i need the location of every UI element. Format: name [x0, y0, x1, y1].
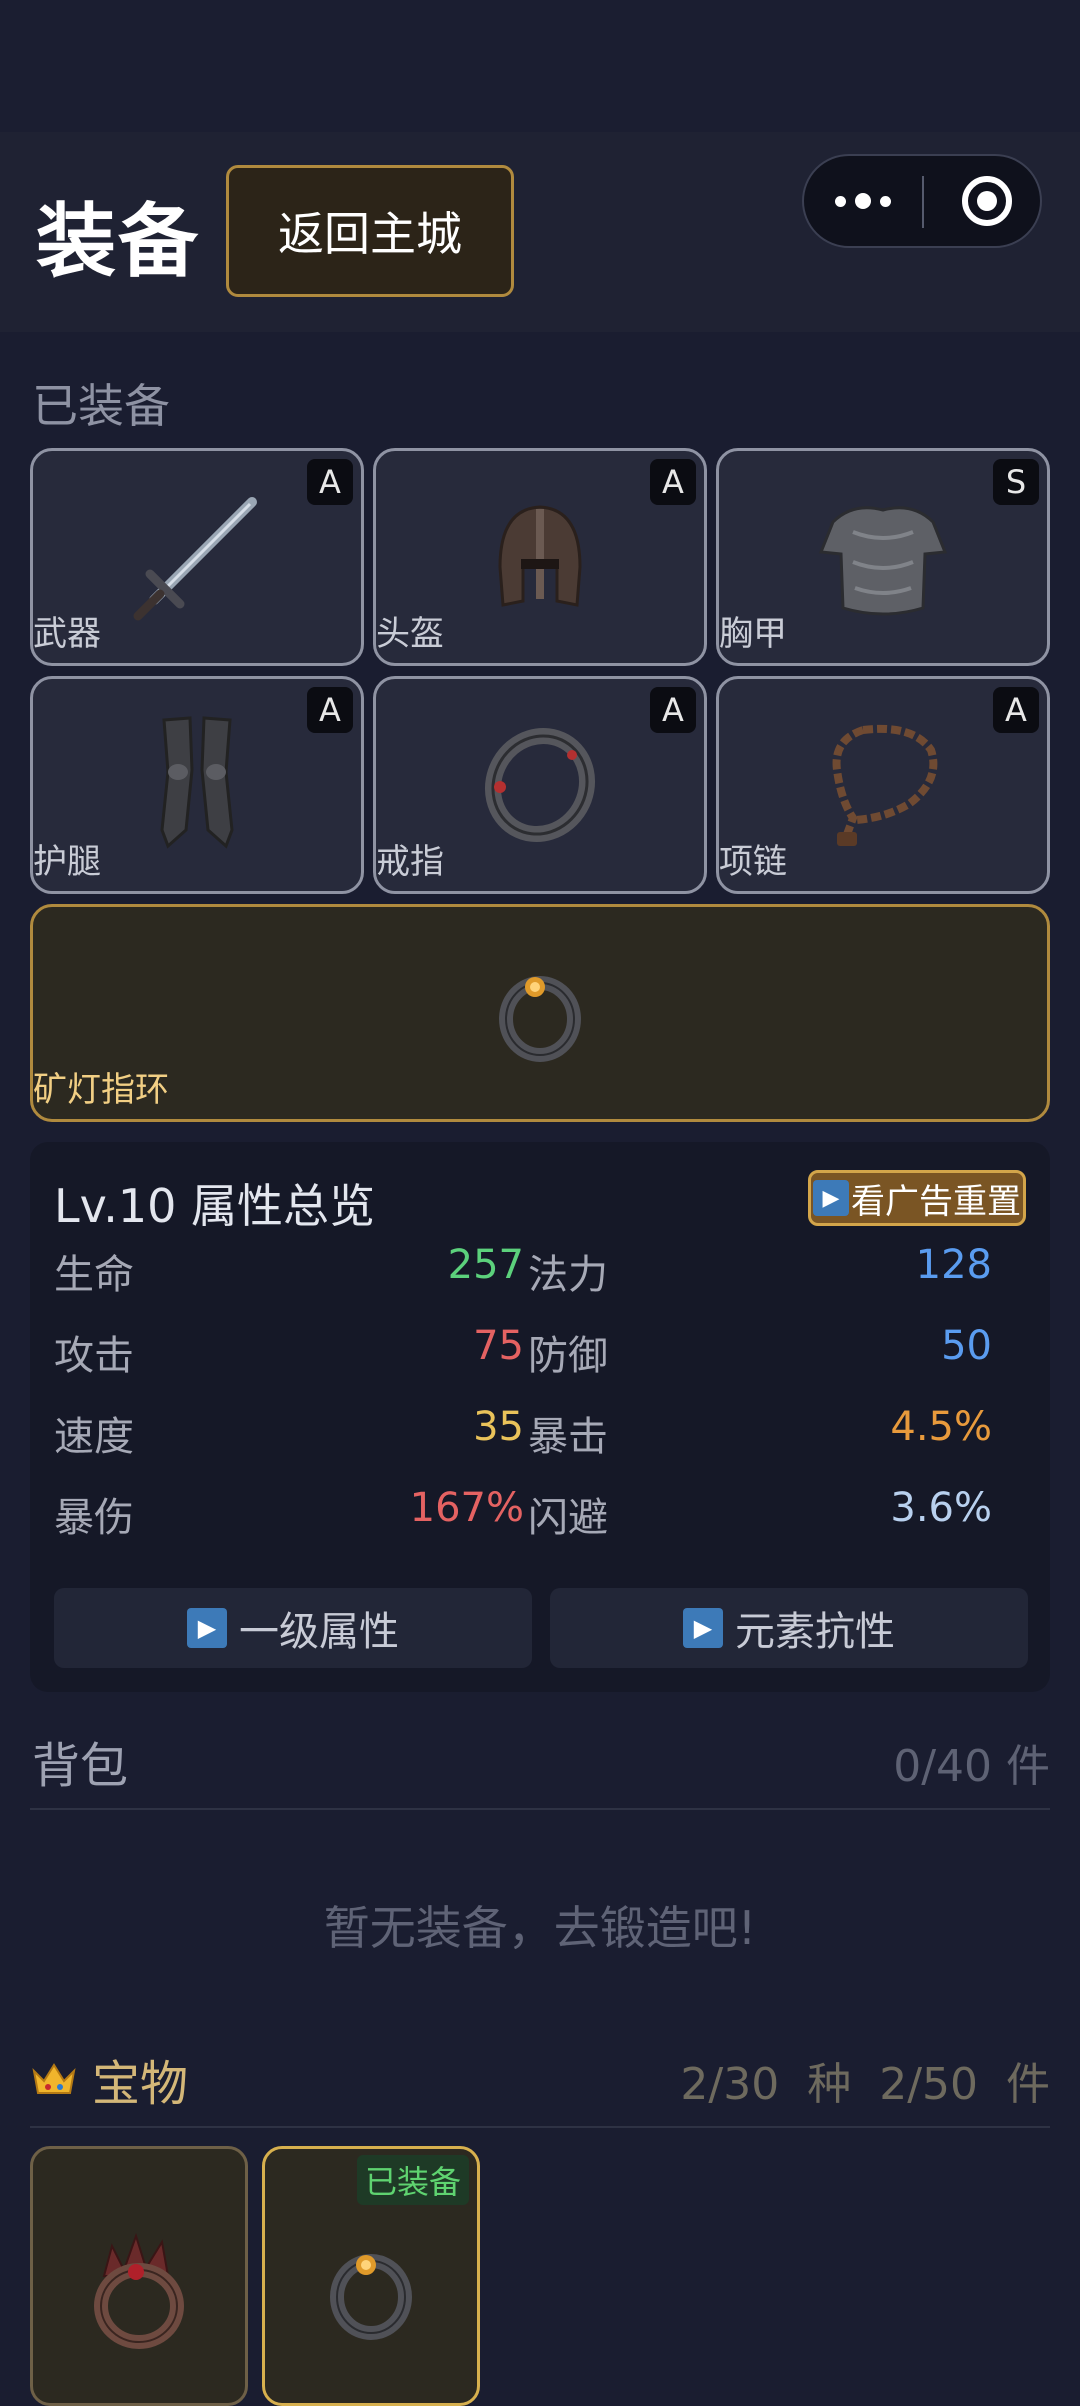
spiked-ring-icon	[94, 2232, 184, 2349]
treasure-item[interactable]: 已装备	[262, 2146, 480, 2406]
stat-value: 4.5%	[890, 1404, 992, 1450]
stat-label: 速度	[54, 1414, 134, 1460]
watch-ad-reset-button[interactable]: ▶ 看广告重置	[808, 1170, 1026, 1226]
stat-label: 闪避	[528, 1495, 608, 1541]
status-bar	[0, 0, 1080, 132]
header: 装备 返回主城	[0, 132, 1080, 332]
stat-value: 50	[941, 1323, 992, 1369]
stat-row: 速度 35 暴击 4.5%	[54, 1404, 1024, 1464]
stat-value: 167%	[409, 1485, 524, 1531]
mini-program-capsule	[802, 154, 1042, 248]
grade-badge: A	[993, 687, 1039, 733]
primary-attributes-label: 一级属性	[239, 1609, 399, 1655]
treasure-title-label: 宝物	[92, 2056, 189, 2112]
sword-icon	[133, 497, 257, 621]
capsule-divider	[922, 176, 924, 228]
slot-label: 头盔	[376, 614, 444, 654]
back-to-city-button[interactable]: 返回主城	[226, 165, 514, 297]
stat-value: 35	[473, 1404, 524, 1450]
stat-row: 生命 257 法力 128	[54, 1242, 1024, 1302]
grade-badge: A	[307, 687, 353, 733]
grade-badge: A	[307, 459, 353, 505]
primary-attributes-button[interactable]: ▶ 一级属性	[54, 1588, 532, 1668]
equip-slot-necklace[interactable]: A 项链	[716, 676, 1050, 894]
stat-label: 法力	[528, 1252, 608, 1298]
target-circle-icon[interactable]	[962, 176, 1012, 226]
stat-value: 3.6%	[890, 1485, 992, 1531]
accessory-label: 矿灯指环	[33, 1070, 169, 1110]
equip-slot-legs[interactable]: A 护腿	[30, 676, 364, 894]
slot-label: 武器	[33, 614, 101, 654]
play-icon: ▶	[813, 1180, 849, 1216]
slot-label: 胸甲	[719, 614, 787, 654]
equip-slot-accessory[interactable]: 矿灯指环	[30, 904, 1050, 1122]
leg-armor-icon	[160, 716, 234, 849]
bag-count: 0/40 件	[893, 1741, 1050, 1792]
element-resistance-button[interactable]: ▶ 元素抗性	[550, 1588, 1028, 1668]
stats-title: Lv.10 属性总览	[54, 1179, 376, 1233]
page-title: 装备	[36, 195, 200, 288]
equipped-badge: 已装备	[356, 2155, 469, 2205]
element-resistance-label: 元素抗性	[735, 1609, 895, 1655]
bag-empty-text: 暂无装备，去锻造吧!	[323, 1901, 757, 1955]
stat-label: 生命	[54, 1252, 134, 1298]
stat-label: 暴击	[528, 1414, 608, 1460]
treasure-item[interactable]	[30, 2146, 248, 2406]
grade-badge: S	[993, 459, 1039, 505]
watch-ad-reset-label: 看广告重置	[851, 1181, 1021, 1222]
slot-label: 戒指	[376, 842, 444, 882]
crown-icon	[32, 2063, 76, 2094]
treasure-divider	[30, 2126, 1050, 2128]
stat-label: 防御	[528, 1333, 608, 1379]
necklace-icon	[832, 724, 938, 846]
helmet-icon	[498, 505, 582, 607]
stat-row: 暴伤 167% 闪避 3.6%	[54, 1485, 1024, 1545]
bag-title: 背包	[32, 1738, 129, 1794]
stat-label: 攻击	[54, 1333, 134, 1379]
more-dots-icon[interactable]	[804, 156, 922, 246]
treasure-title: 宝物	[30, 2044, 188, 2114]
slot-label: 护腿	[33, 842, 101, 882]
stat-label: 暴伤	[54, 1495, 134, 1541]
equip-slot-helmet[interactable]: A 头盔	[373, 448, 707, 666]
play-icon: ▶	[187, 1608, 227, 1648]
grade-badge: A	[650, 687, 696, 733]
equip-slot-chest[interactable]: S 胸甲	[716, 448, 1050, 666]
stat-value: 75	[473, 1323, 524, 1369]
chest-armor-icon	[818, 506, 948, 616]
lamp-ring-icon	[499, 976, 581, 1062]
stat-value: 128	[915, 1242, 992, 1288]
treasure-count: 2/30 种 2/50 件	[680, 2059, 1050, 2110]
play-icon: ▶	[683, 1608, 723, 1648]
stat-value: 257	[447, 1242, 524, 1288]
equip-slot-weapon[interactable]: A 武器	[30, 448, 364, 666]
slot-label: 项链	[719, 842, 787, 882]
bag-divider	[30, 1808, 1050, 1810]
equipped-section-label: 已装备	[32, 379, 170, 433]
stat-row: 攻击 75 防御 50	[54, 1323, 1024, 1383]
equip-slot-ring[interactable]: A 戒指	[373, 676, 707, 894]
ring-icon	[484, 727, 596, 843]
grade-badge: A	[650, 459, 696, 505]
lamp-ring-icon	[330, 2254, 412, 2340]
